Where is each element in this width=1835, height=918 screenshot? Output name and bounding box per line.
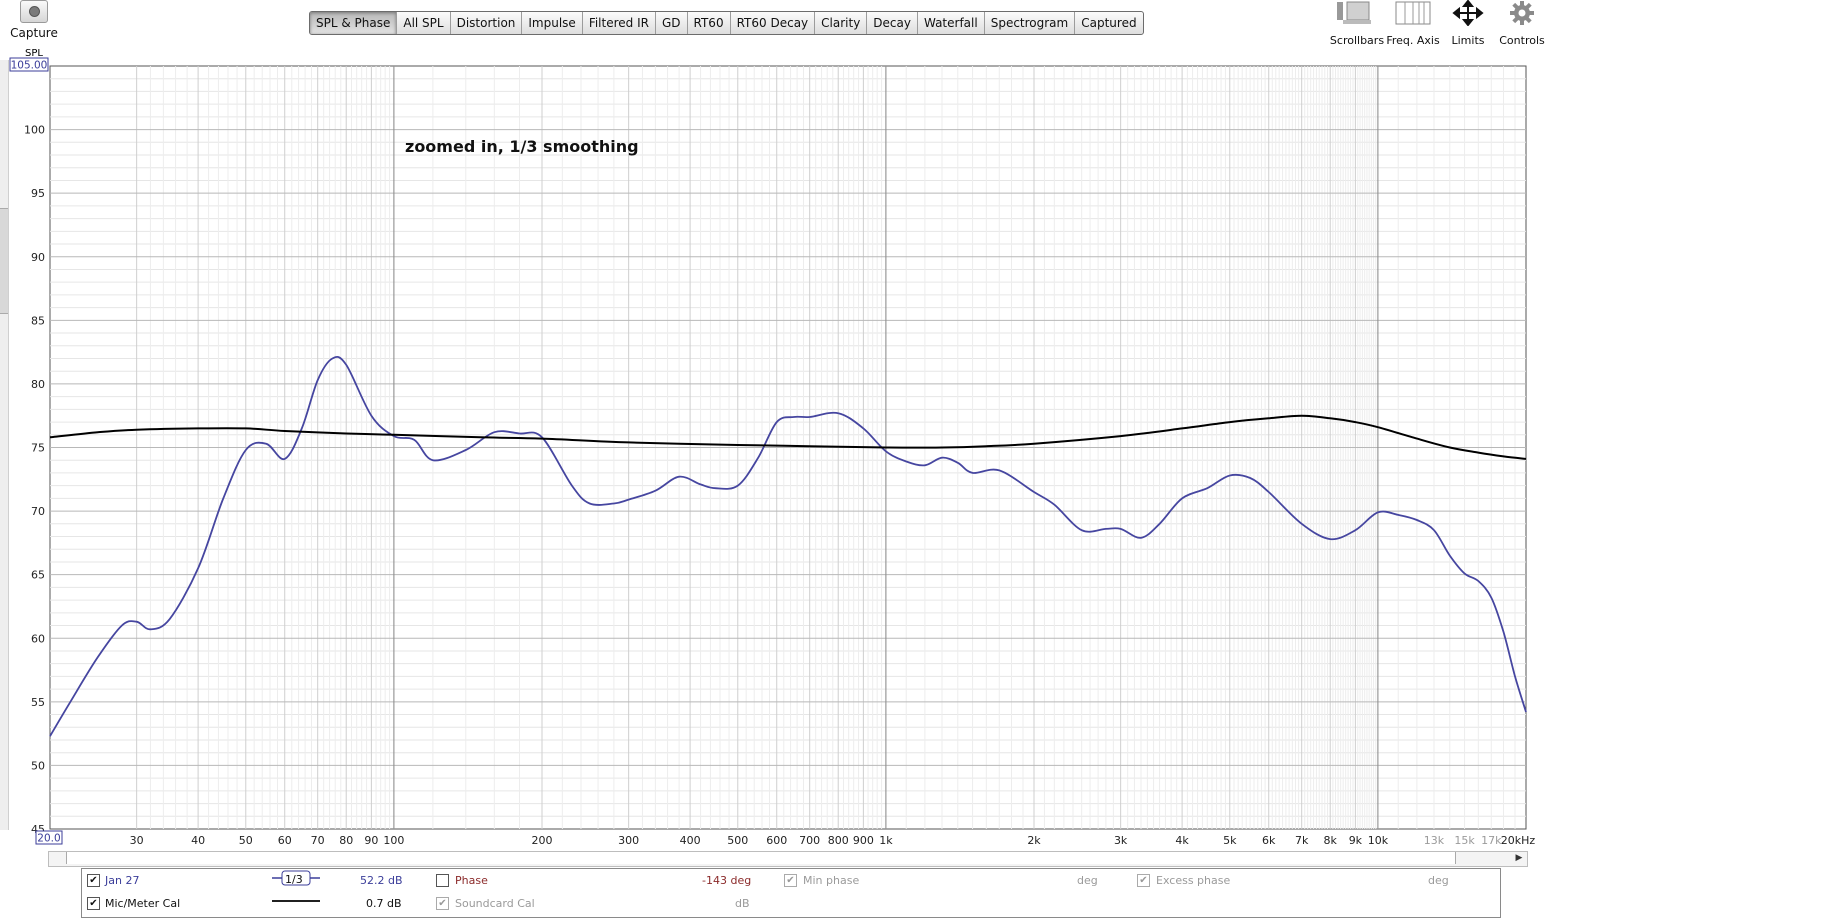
x-tick-label: 20kHz bbox=[1501, 834, 1536, 847]
x-tick-label: 60 bbox=[278, 834, 292, 847]
y-tick-label: 50 bbox=[31, 759, 45, 772]
x-tick-label: 300 bbox=[618, 834, 639, 847]
excess-phase-checkbox[interactable]: ✔ bbox=[1137, 874, 1150, 887]
x-tick-label: 900 bbox=[853, 834, 874, 847]
min-phase-checkbox[interactable]: ✔ bbox=[784, 874, 797, 887]
x-tick-label: 6k bbox=[1262, 834, 1276, 847]
legend-panel: ✔ Jan 27 1/3 52.2 dB Phase -143 deg ✔ Mi… bbox=[81, 868, 1501, 918]
y-tick-label: 100 bbox=[24, 124, 45, 137]
x-tick-label: 7k bbox=[1295, 834, 1309, 847]
phase-label: Phase bbox=[455, 874, 488, 887]
y-tick-label: 55 bbox=[31, 696, 45, 709]
graph-annotation: zoomed in, 1/3 smoothing bbox=[405, 137, 639, 156]
spl-graph[interactable]: 100959085807570656055504530 40 50 60 70 80 90 1… bbox=[0, 0, 1835, 850]
scroll-right-arrow[interactable]: ▶ bbox=[1512, 851, 1526, 865]
x-tick-label: 50 bbox=[239, 834, 253, 847]
x-tick-label: 9k bbox=[1349, 834, 1363, 847]
x-tick-label: 4k bbox=[1175, 834, 1189, 847]
mic-cal-name: Mic/Meter Cal bbox=[105, 897, 181, 910]
excess-phase-label: Excess phase bbox=[1156, 874, 1231, 887]
x-tick-label: 5k bbox=[1223, 834, 1237, 847]
x-tick-label: 15k bbox=[1454, 834, 1475, 847]
soundcard-cal-label: Soundcard Cal bbox=[455, 897, 535, 910]
y-tick-label: 65 bbox=[31, 569, 45, 582]
x-tick-label: 800 bbox=[828, 834, 849, 847]
legend-row-jan27: ✔ Jan 27 1/3 52.2 dB Phase -143 deg ✔ Mi… bbox=[82, 869, 1500, 891]
mic-cal-visible-checkbox[interactable]: ✔ bbox=[87, 897, 100, 910]
x-tick-label: 2k bbox=[1027, 834, 1041, 847]
x-tick-label: 90 bbox=[364, 834, 378, 847]
y-max-input[interactable]: 105.00 bbox=[11, 60, 48, 72]
x-tick-label: 70 bbox=[311, 834, 325, 847]
x-tick-label: 200 bbox=[532, 834, 553, 847]
x-tick-label: 1k bbox=[879, 834, 893, 847]
phase-checkbox[interactable] bbox=[436, 874, 449, 887]
x-tick-label: 17k bbox=[1481, 834, 1502, 847]
y-tick-label: 95 bbox=[31, 187, 45, 200]
x-tick-label: 700 bbox=[799, 834, 820, 847]
x-tick-label: 10k bbox=[1368, 834, 1389, 847]
mic-cal-line-style-icon[interactable] bbox=[272, 893, 320, 909]
y-tick-label: 60 bbox=[31, 632, 45, 645]
y-tick-label: 70 bbox=[31, 505, 45, 518]
x-tick-label: 3k bbox=[1114, 834, 1128, 847]
phase-value: -143 deg bbox=[702, 874, 752, 887]
x-tick-label: 600 bbox=[766, 834, 787, 847]
x-tick-label: 40 bbox=[191, 834, 205, 847]
y-tick-label: 80 bbox=[31, 378, 45, 391]
excess-phase-unit: deg bbox=[1428, 874, 1449, 887]
legend-row-mic-cal: ✔ Mic/Meter Cal 0.7 dB ✔ Soundcard Cal d… bbox=[82, 892, 1500, 914]
smoothing-label: 1/3 bbox=[285, 873, 303, 886]
x-tick-label: 30 bbox=[130, 834, 144, 847]
x-min-input[interactable]: 20.0 bbox=[37, 833, 60, 845]
x-tick-label: 8k bbox=[1324, 834, 1338, 847]
soundcard-cal-unit: dB bbox=[735, 897, 750, 910]
measurement-name: Jan 27 bbox=[105, 874, 140, 887]
x-tick-label: 80 bbox=[339, 834, 353, 847]
y-axis-title: SPL bbox=[25, 48, 43, 59]
min-phase-unit: deg bbox=[1077, 874, 1098, 887]
x-tick-label: 13k bbox=[1424, 834, 1445, 847]
mic-cal-value: 0.7 dB bbox=[366, 897, 402, 910]
y-tick-label: 85 bbox=[31, 314, 45, 327]
measurement-cursor-value: 52.2 dB bbox=[360, 874, 403, 887]
horizontal-scrollbar-thumb[interactable] bbox=[66, 852, 1456, 864]
min-phase-label: Min phase bbox=[803, 874, 860, 887]
x-tick-label: 100 bbox=[383, 834, 404, 847]
y-tick-label: 90 bbox=[31, 251, 45, 264]
soundcard-cal-checkbox[interactable]: ✔ bbox=[436, 897, 449, 910]
y-tick-label: 75 bbox=[31, 442, 45, 455]
x-tick-label: 400 bbox=[680, 834, 701, 847]
measurement-visible-checkbox[interactable]: ✔ bbox=[87, 874, 100, 887]
x-tick-label: 500 bbox=[727, 834, 748, 847]
